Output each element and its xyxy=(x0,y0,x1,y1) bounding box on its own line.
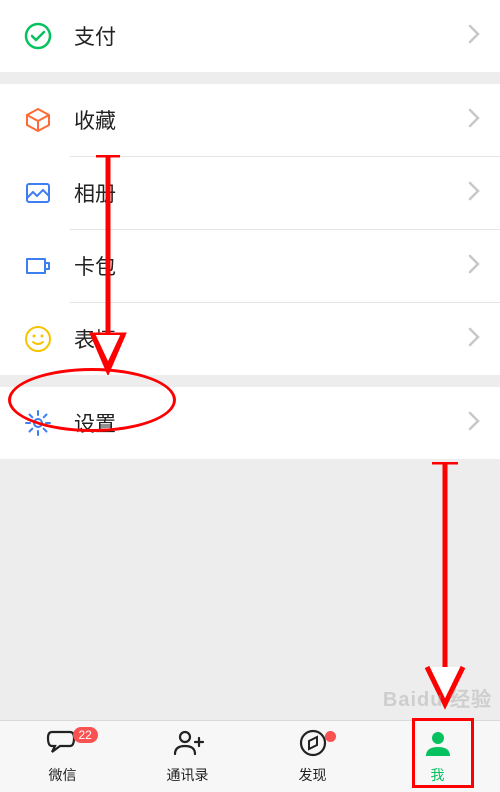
section-pay: 支付 xyxy=(0,0,500,72)
chevron-right-icon xyxy=(468,181,480,206)
section-gap xyxy=(0,375,500,387)
tab-me[interactable]: 我 xyxy=(375,721,500,792)
tab-discover[interactable]: 发现 xyxy=(250,721,375,792)
contacts-icon xyxy=(171,728,205,763)
gear-icon xyxy=(20,405,56,441)
wallet-icon xyxy=(20,248,56,284)
menu-label: 支付 xyxy=(74,21,468,51)
section-items: 收藏 相册 卡包 表情 xyxy=(0,84,500,375)
menu-item-stickers[interactable]: 表情 xyxy=(0,303,500,375)
chevron-right-icon xyxy=(468,327,480,352)
chevron-right-icon xyxy=(468,254,480,279)
tab-contacts[interactable]: 通讯录 xyxy=(125,721,250,792)
menu-label: 表情 xyxy=(74,324,468,354)
watermark: Baidu 经验 xyxy=(383,683,492,712)
menu-label: 卡包 xyxy=(74,251,468,281)
smile-icon xyxy=(20,321,56,357)
menu-label: 收藏 xyxy=(74,105,468,135)
image-icon xyxy=(20,175,56,211)
person-icon xyxy=(421,728,455,763)
menu-item-album[interactable]: 相册 xyxy=(0,157,500,229)
menu-label: 设置 xyxy=(74,408,468,438)
compass-icon xyxy=(296,728,330,763)
tab-label: 我 xyxy=(431,765,445,785)
pay-icon xyxy=(20,18,56,54)
tab-label: 通讯录 xyxy=(167,765,209,785)
chevron-right-icon xyxy=(468,108,480,133)
menu-item-favorites[interactable]: 收藏 xyxy=(0,84,500,156)
tab-label: 微信 xyxy=(49,765,77,785)
menu-label: 相册 xyxy=(74,178,468,208)
chevron-right-icon xyxy=(468,24,480,49)
menu-item-settings[interactable]: 设置 xyxy=(0,387,500,459)
menu-item-cards[interactable]: 卡包 xyxy=(0,230,500,302)
tab-label: 发现 xyxy=(299,765,327,785)
notification-dot xyxy=(325,731,336,742)
tabbar: 22 微信 通讯录 发现 我 xyxy=(0,720,500,792)
cube-icon xyxy=(20,102,56,138)
menu-item-pay[interactable]: 支付 xyxy=(0,0,500,72)
badge-unread: 22 xyxy=(73,727,98,743)
chevron-right-icon xyxy=(468,411,480,436)
tab-chats[interactable]: 22 微信 xyxy=(0,721,125,792)
section-gap xyxy=(0,72,500,84)
section-settings: 设置 xyxy=(0,387,500,459)
annotation-arrow-me xyxy=(420,462,470,717)
